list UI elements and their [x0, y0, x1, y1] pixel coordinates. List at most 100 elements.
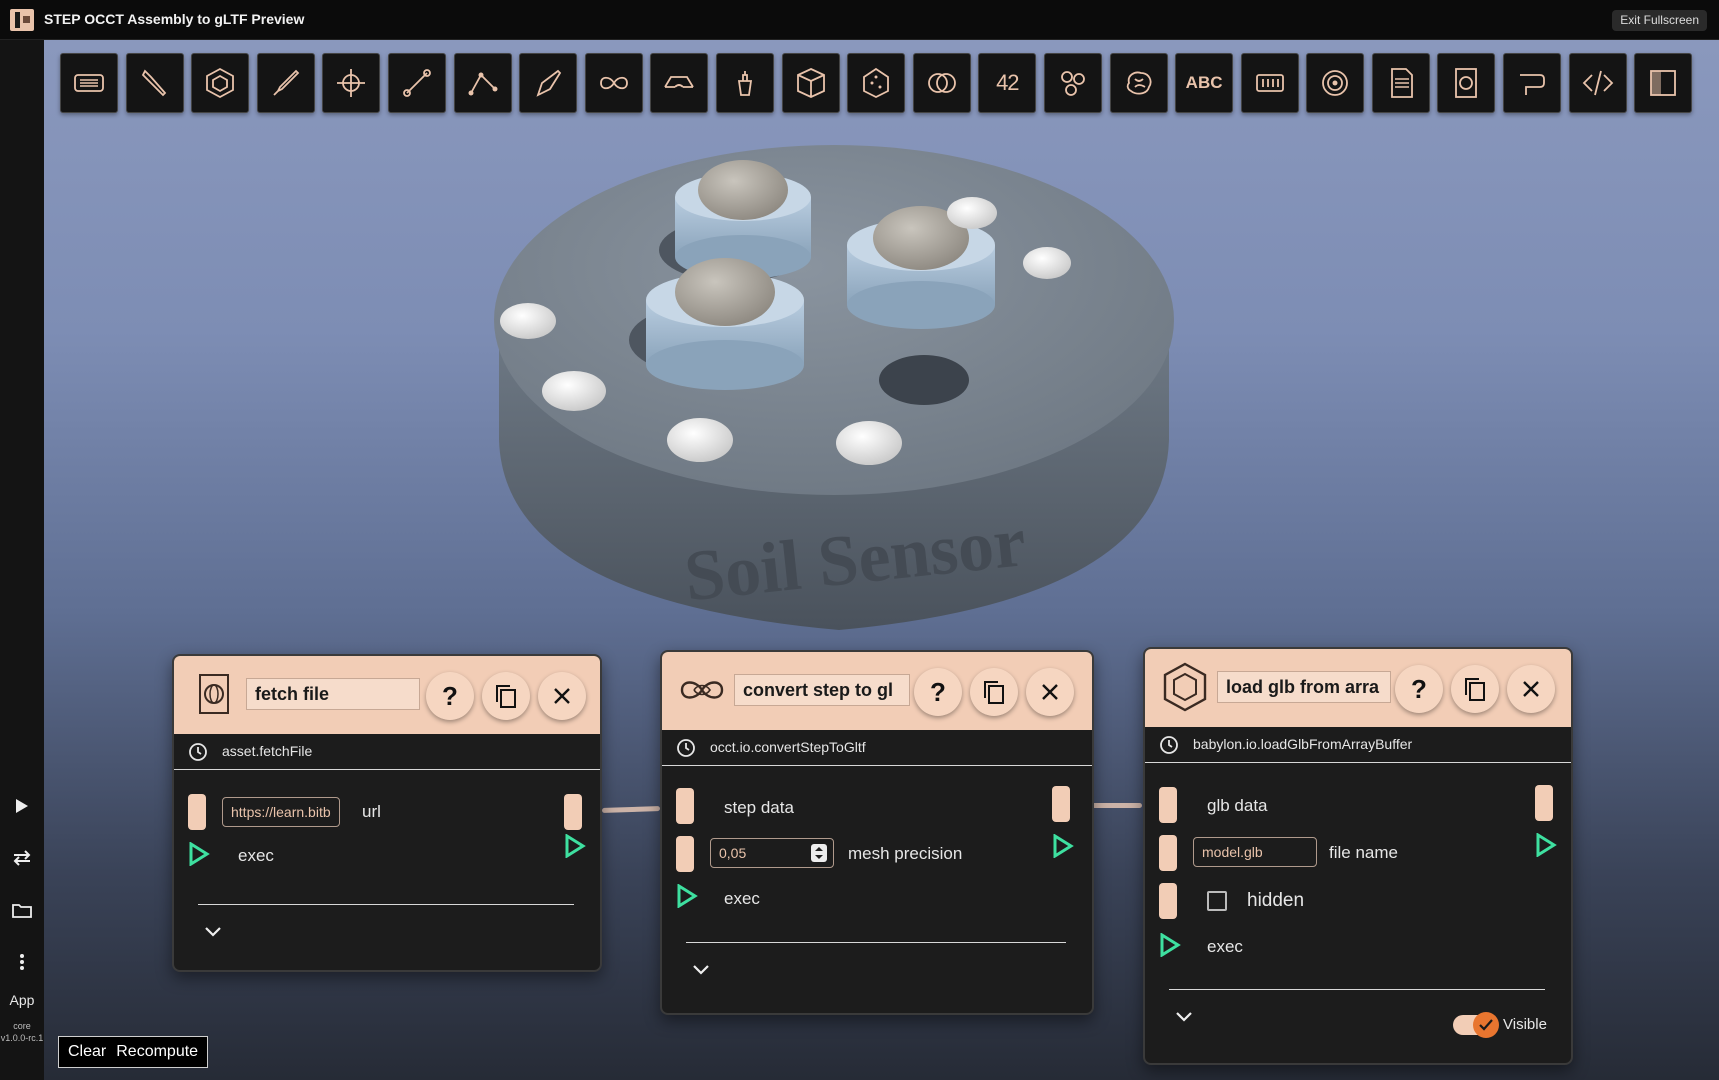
spiral-icon[interactable] [1306, 53, 1365, 113]
wrench-icon[interactable] [125, 53, 184, 113]
copy-icon [1465, 678, 1485, 701]
node-name-input[interactable]: convert step to gl [734, 674, 910, 706]
play-icon[interactable] [6, 790, 38, 822]
exec-input-icon[interactable] [1159, 933, 1181, 957]
exec-label: exec [238, 846, 274, 865]
input-port[interactable] [676, 836, 694, 872]
hidden-label: hidden [1247, 890, 1305, 911]
node-header[interactable]: load glb from arra ? [1145, 649, 1571, 727]
cube-icon[interactable] [781, 53, 840, 113]
hexagon-icon [1159, 661, 1211, 713]
chevron-down-icon[interactable] [204, 926, 222, 938]
3d-viewport[interactable]: Soil Sensor fetch file ? asset.fetchFile… [44, 40, 1719, 1080]
line-icon[interactable] [387, 53, 446, 113]
divider [198, 904, 574, 905]
exit-fullscreen-button[interactable]: Exit Fullscreen [1612, 10, 1707, 31]
close-button[interactable] [538, 672, 586, 720]
crosshair-icon[interactable] [322, 53, 381, 113]
node-header[interactable]: convert step to gl ? [662, 652, 1092, 730]
toolbar: 42 ABC [60, 53, 1700, 113]
file-name-input[interactable]: model.glb [1193, 837, 1317, 867]
stepper-icon[interactable] [811, 844, 827, 862]
text-icon[interactable]: ABC [1175, 53, 1234, 113]
node-name-input[interactable]: load glb from arra [1217, 671, 1391, 703]
check-icon [1473, 1012, 1499, 1038]
duplicate-button[interactable] [482, 672, 530, 720]
node-fetch-file[interactable]: fetch file ? asset.fetchFile https://lea… [172, 654, 602, 972]
close-icon [1042, 684, 1058, 700]
grid-icon[interactable] [1240, 53, 1299, 113]
close-button[interactable] [1507, 665, 1555, 713]
node-name-input[interactable]: fetch file [246, 678, 420, 710]
duplicate-button[interactable] [1451, 665, 1499, 713]
input-port[interactable] [1159, 835, 1177, 871]
molecule-icon[interactable] [1043, 53, 1102, 113]
asset-icon[interactable] [1437, 53, 1496, 113]
clock-icon [189, 743, 207, 761]
menu-icon[interactable] [60, 53, 118, 113]
help-button[interactable]: ? [1395, 665, 1443, 713]
node-function-name: occt.io.convertStepToGltf [710, 739, 866, 755]
exec-output-icon[interactable] [1052, 834, 1074, 858]
dice-icon[interactable] [847, 53, 906, 113]
input-port[interactable] [1159, 883, 1177, 919]
node-function-row: asset.fetchFile [174, 734, 600, 770]
recompute-button[interactable]: Recompute [111, 1043, 203, 1061]
infinity-icon[interactable] [584, 53, 643, 113]
route-icon[interactable] [1503, 53, 1562, 113]
glasses-icon[interactable] [650, 53, 709, 113]
chevron-down-icon[interactable] [692, 964, 710, 976]
exec-input-icon[interactable] [188, 842, 210, 866]
hidden-checkbox[interactable] [1207, 891, 1227, 911]
output-port[interactable] [1535, 785, 1553, 821]
hexagon-icon[interactable] [191, 53, 250, 113]
exec-input-icon[interactable] [676, 884, 698, 908]
brain-icon[interactable] [1109, 53, 1168, 113]
folder-icon[interactable] [6, 894, 38, 926]
visible-toggle[interactable] [1453, 1012, 1499, 1038]
input-port[interactable] [188, 794, 206, 830]
chevron-down-icon[interactable] [1175, 1011, 1193, 1023]
output-port[interactable] [1052, 786, 1070, 822]
swap-icon[interactable] [6, 842, 38, 874]
code-icon[interactable] [1568, 53, 1627, 113]
brush-icon[interactable] [256, 53, 315, 113]
help-button[interactable]: ? [914, 668, 962, 716]
input-port[interactable] [1159, 787, 1177, 823]
pen-icon[interactable] [519, 53, 578, 113]
mesh-precision-input[interactable]: 0,05 [710, 838, 834, 868]
number-icon[interactable]: 42 [978, 53, 1037, 113]
clear-button[interactable]: Clear [63, 1043, 111, 1061]
exec-output-icon[interactable] [564, 834, 586, 858]
app-label[interactable]: App [0, 992, 44, 1008]
connection-wire [1092, 803, 1142, 808]
node-load-glb[interactable]: load glb from arra ? babylon.io.loadGlbF… [1143, 647, 1573, 1065]
help-button[interactable]: ? [426, 672, 474, 720]
close-icon [1523, 681, 1539, 697]
more-icon[interactable] [6, 946, 38, 978]
app-logo [10, 9, 34, 31]
node-function-name: babylon.io.loadGlbFromArrayBuffer [1193, 736, 1413, 752]
url-label: url [362, 802, 381, 821]
csv-icon[interactable] [1371, 53, 1430, 113]
title-bar: STEP OCCT Assembly to gLTF Preview Exit … [0, 0, 1719, 40]
node-convert-step[interactable]: convert step to gl ? occt.io.convertStep… [660, 650, 1094, 1015]
url-input[interactable]: https://learn.bitb [222, 797, 340, 827]
duplicate-button[interactable] [970, 668, 1018, 716]
divider [1169, 989, 1545, 990]
panel-icon[interactable] [1634, 53, 1693, 113]
rings-icon[interactable] [912, 53, 971, 113]
visible-label: Visible [1503, 1016, 1547, 1033]
potion-icon[interactable] [715, 53, 774, 113]
input-port[interactable] [676, 788, 694, 824]
node-function-row: babylon.io.loadGlbFromArrayBuffer [1145, 727, 1571, 763]
polyline-icon[interactable] [453, 53, 512, 113]
mesh-precision-label: mesh precision [848, 844, 963, 863]
divider [686, 942, 1066, 943]
node-header[interactable]: fetch file ? [174, 656, 600, 734]
step-data-label: step data [724, 798, 794, 817]
close-button[interactable] [1026, 668, 1074, 716]
close-icon [554, 688, 570, 704]
exec-output-icon[interactable] [1535, 833, 1557, 857]
output-port[interactable] [564, 794, 582, 830]
